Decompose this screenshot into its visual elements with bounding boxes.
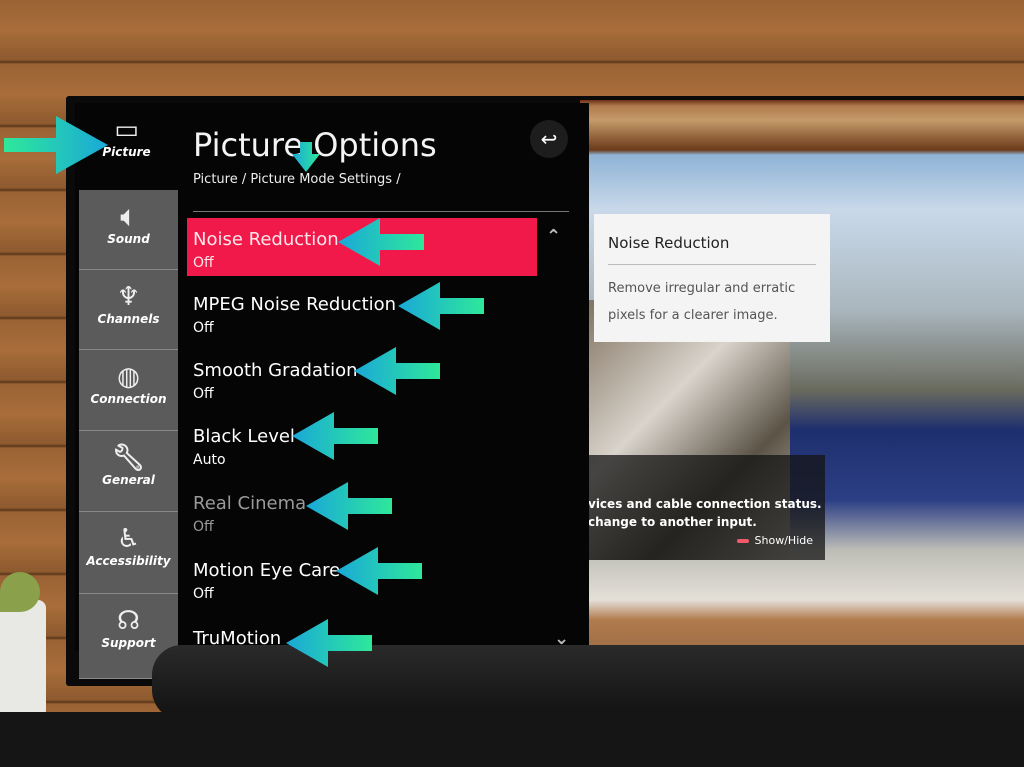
globe-icon: ◍ bbox=[117, 362, 140, 392]
annotation-arrow-left-icon bbox=[354, 347, 440, 395]
wrench-icon: 🔧︎ bbox=[111, 443, 145, 473]
scroll-down-chevron-icon[interactable]: ⌃ bbox=[554, 626, 569, 647]
annotation-arrow-left-icon bbox=[398, 282, 484, 330]
back-button[interactable]: ↩ bbox=[530, 120, 568, 158]
sidebar-label: Sound bbox=[107, 232, 150, 246]
back-arrow-icon: ↩ bbox=[540, 127, 558, 151]
sidebar-label: Support bbox=[101, 636, 156, 650]
tooltip-description: Remove irregular and erratic pixels for … bbox=[608, 281, 796, 323]
sidebar-label: Accessibility bbox=[86, 554, 171, 568]
tv-stand bbox=[0, 712, 1024, 767]
accessibility-icon: ♿︎ bbox=[116, 524, 141, 554]
show-hide-label: Show/Hide bbox=[754, 534, 813, 547]
tooltip-divider bbox=[608, 264, 816, 265]
sidebar-item-connection[interactable]: ◍ Connection bbox=[79, 350, 178, 431]
annotation-arrow-left-icon bbox=[306, 482, 392, 530]
settings-sidebar: ▭ Picture 🔈︎ Sound ♆ Channels ◍ Connection 🔧… bbox=[75, 103, 178, 681]
sidebar-label: Connection bbox=[90, 392, 167, 406]
scroll-up-chevron-icon[interactable]: ⌃ bbox=[546, 226, 561, 247]
annotation-arrow-left-icon bbox=[336, 547, 422, 595]
breadcrumb: Picture / Picture Mode Settings / bbox=[193, 172, 401, 187]
plant-leaf bbox=[0, 572, 40, 612]
sidebar-item-channels[interactable]: ♆ Channels bbox=[79, 270, 178, 350]
annotation-arrow-left-icon bbox=[292, 412, 378, 460]
input-info-overlay: vices and cable connection status. chang… bbox=[585, 455, 825, 560]
annotation-arrow-left-icon bbox=[338, 218, 424, 266]
header-divider bbox=[193, 211, 569, 212]
annotation-arrow-left-icon bbox=[286, 619, 372, 667]
sidebar-item-accessibility[interactable]: ♿︎ Accessibility bbox=[79, 512, 178, 594]
red-button-icon bbox=[736, 539, 749, 543]
sidebar-label: General bbox=[102, 473, 155, 487]
show-hide-hint[interactable]: Show/Hide bbox=[736, 532, 813, 550]
satellite-icon: ♆ bbox=[116, 282, 141, 312]
headset-icon: ☊ bbox=[116, 606, 141, 636]
sidebar-item-general[interactable]: 🔧︎ General bbox=[79, 431, 178, 512]
annotation-arrow-right-icon bbox=[4, 116, 108, 174]
info-line-2: change to another input. bbox=[588, 515, 757, 529]
plant-pot bbox=[0, 600, 46, 718]
speaker-icon: 🔈︎ bbox=[120, 202, 137, 232]
sidebar-item-sound[interactable]: 🔈︎ Sound bbox=[79, 190, 178, 270]
soundbar bbox=[152, 645, 1024, 720]
tooltip-title: Noise Reduction bbox=[608, 234, 730, 252]
help-tooltip: Noise Reduction Remove irregular and err… bbox=[594, 214, 830, 342]
info-line-1: vices and cable connection status. bbox=[588, 497, 822, 511]
sidebar-label: Channels bbox=[97, 312, 160, 326]
annotation-arrow-down-icon bbox=[292, 142, 320, 172]
